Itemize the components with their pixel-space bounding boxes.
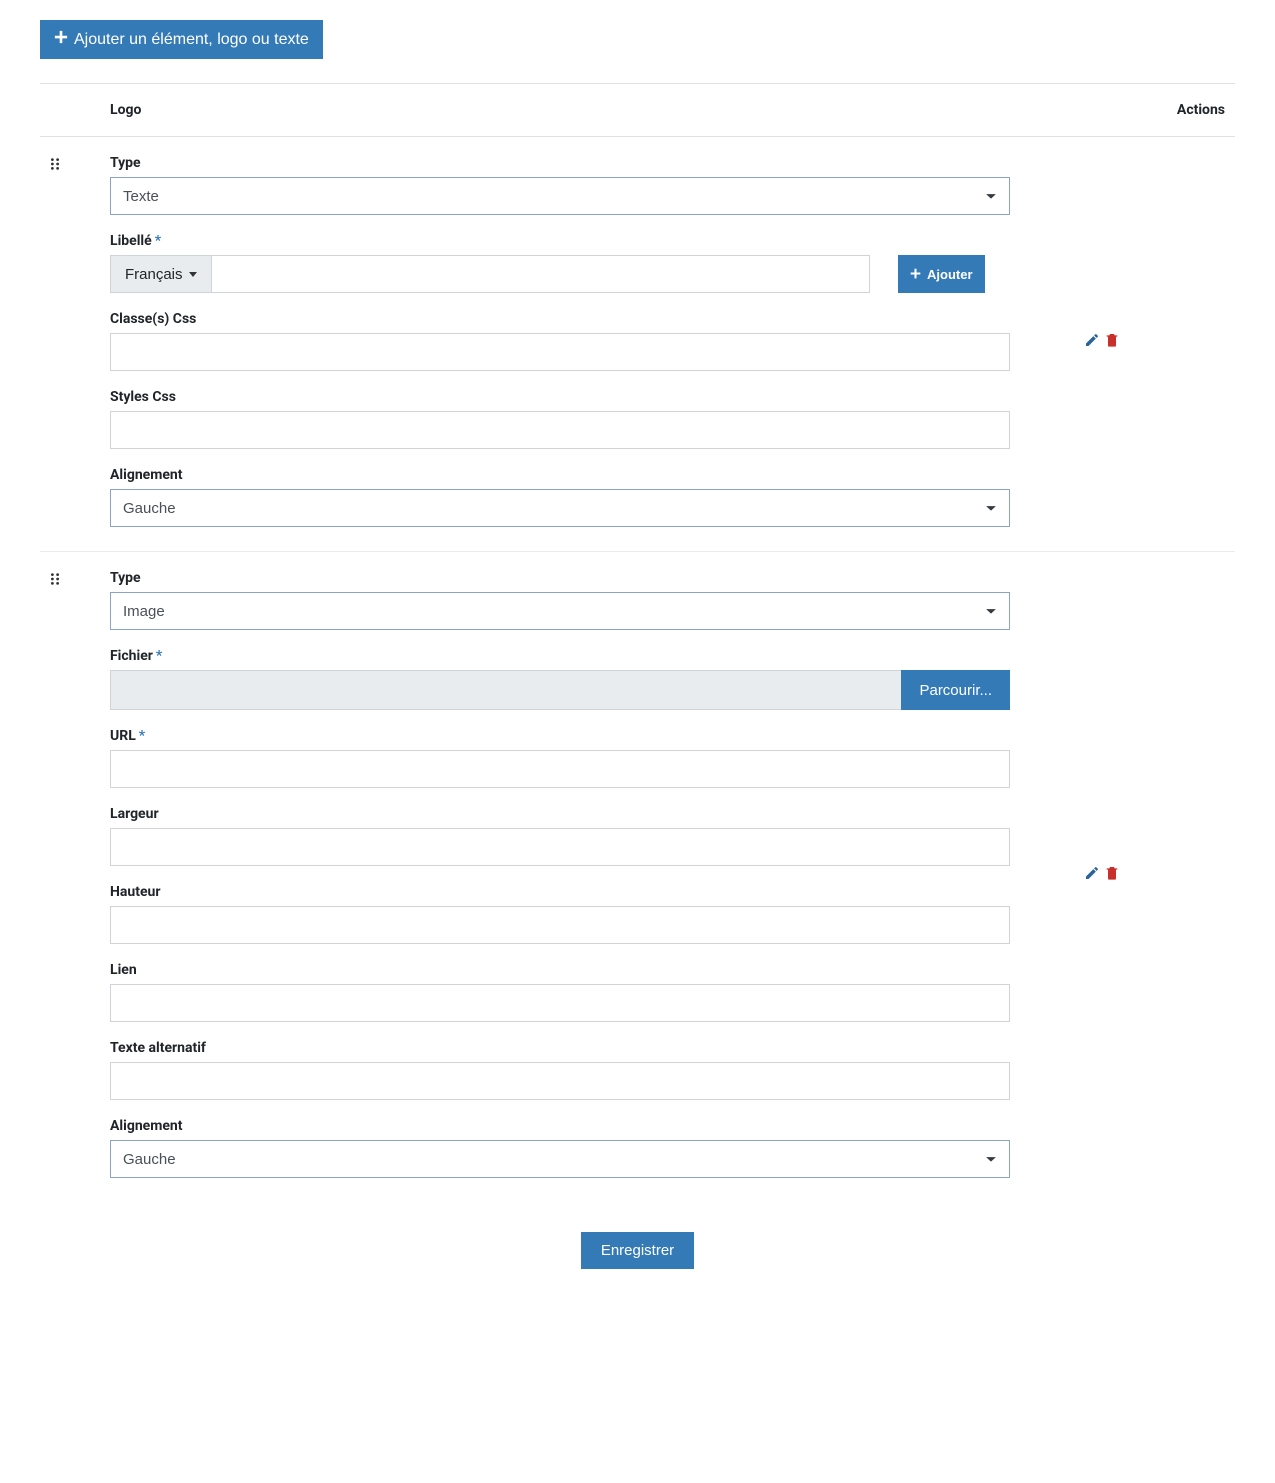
type-label: Type (110, 155, 1010, 171)
drag-handle[interactable] (40, 570, 110, 1178)
type-select[interactable]: Texte (110, 177, 1010, 215)
url-input[interactable] (110, 750, 1010, 788)
table-header: Logo Actions (40, 84, 1235, 137)
alt-text-input[interactable] (110, 1062, 1010, 1100)
language-dropdown[interactable]: Français (110, 255, 211, 293)
col-header-actions: Actions (1115, 102, 1235, 118)
add-element-button[interactable]: Ajouter un élément, logo ou texte (40, 20, 323, 59)
caret-down-icon (189, 272, 197, 277)
file-display (110, 670, 901, 710)
type-select[interactable]: Image (110, 592, 1010, 630)
alt-text-label: Texte alternatif (110, 1040, 1010, 1056)
save-button[interactable]: Enregistrer (581, 1232, 694, 1269)
lien-input[interactable] (110, 984, 1010, 1022)
libelle-input[interactable] (211, 255, 870, 293)
alignment-select[interactable]: Gauche (110, 1140, 1010, 1178)
hauteur-label: Hauteur (110, 884, 1010, 900)
css-styles-input[interactable] (110, 411, 1010, 449)
largeur-label: Largeur (110, 806, 1010, 822)
browse-button[interactable]: Parcourir... (901, 670, 1010, 710)
libelle-label: Libellé* (110, 233, 1010, 249)
table-row: Type Image Fichier* Parcourir... (40, 552, 1235, 1202)
alignment-label: Alignement (110, 467, 1010, 483)
hauteur-input[interactable] (110, 906, 1010, 944)
css-classes-input[interactable] (110, 333, 1010, 371)
fichier-label: Fichier* (110, 648, 1010, 664)
edit-button[interactable] (1084, 570, 1100, 1178)
lien-label: Lien (110, 962, 1010, 978)
type-label: Type (110, 570, 1010, 586)
table-row: Type Texte Libellé* Français (40, 137, 1235, 552)
url-label: URL* (110, 728, 1010, 744)
edit-button[interactable] (1084, 155, 1100, 527)
css-styles-label: Styles Css (110, 389, 1010, 405)
css-classes-label: Classe(s) Css (110, 311, 1010, 327)
add-element-label: Ajouter un élément, logo ou texte (74, 31, 309, 49)
plus-icon (910, 267, 921, 282)
col-header-logo: Logo (110, 102, 1115, 118)
add-libelle-button[interactable]: Ajouter (898, 255, 985, 293)
drag-handle[interactable] (40, 155, 110, 527)
plus-icon (54, 30, 68, 49)
delete-button[interactable] (1104, 570, 1120, 1178)
delete-button[interactable] (1104, 155, 1120, 527)
alignment-select[interactable]: Gauche (110, 489, 1010, 527)
largeur-input[interactable] (110, 828, 1010, 866)
alignment-label: Alignement (110, 1118, 1010, 1134)
